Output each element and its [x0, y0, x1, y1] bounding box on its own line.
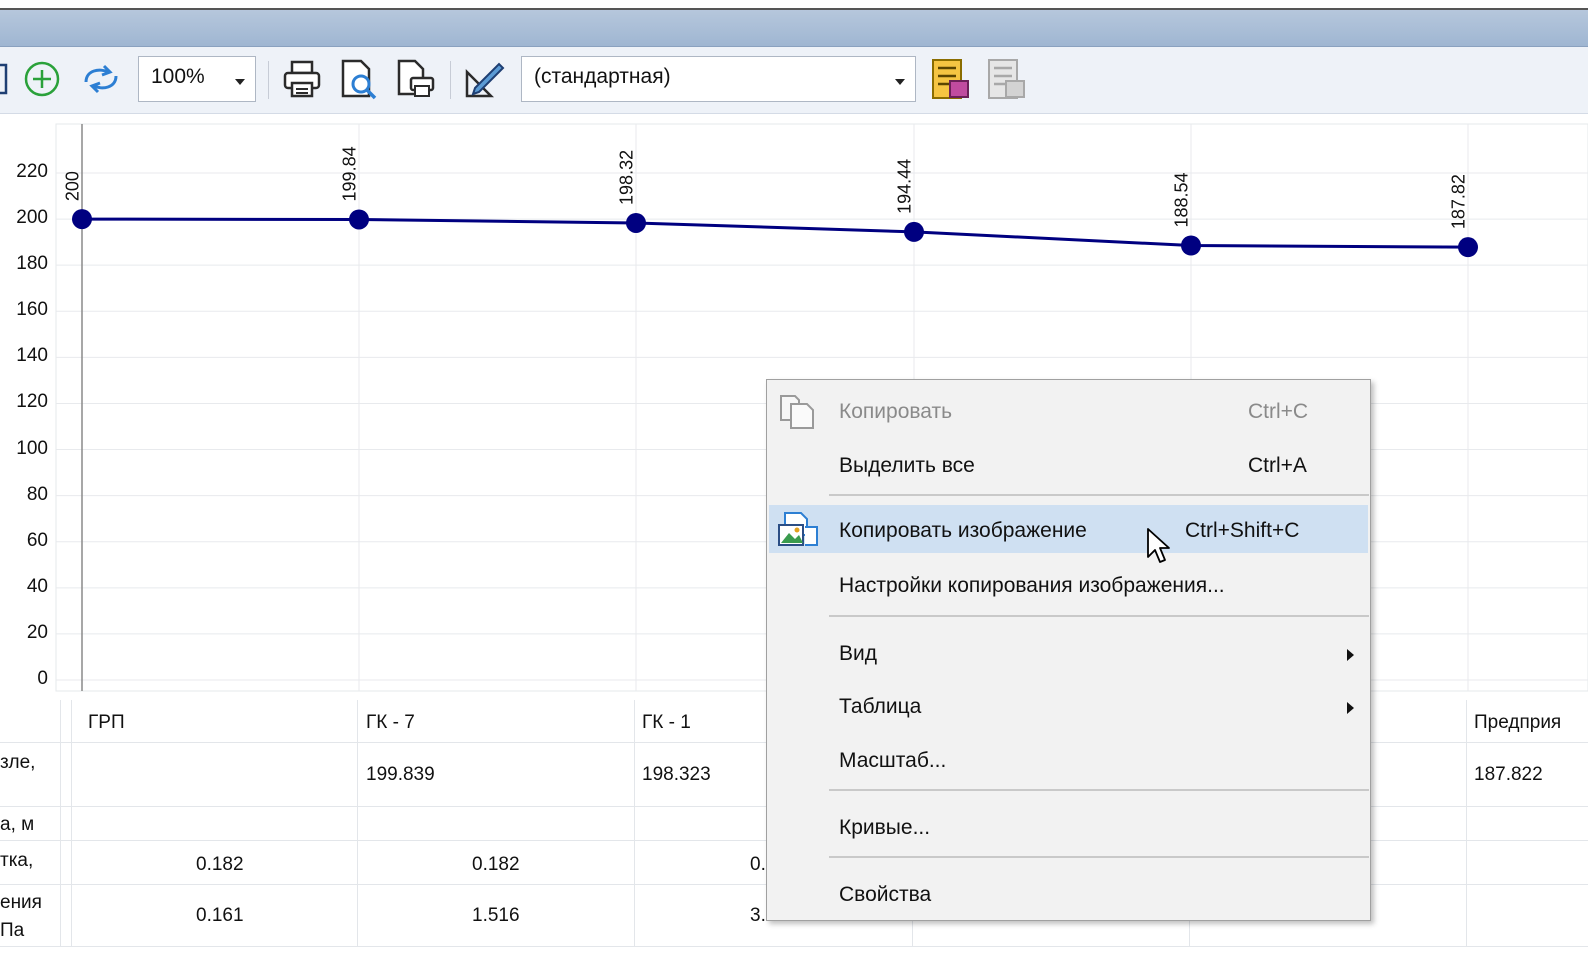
table-cell: 198.323	[642, 764, 711, 785]
menu-item-shortcut: Ctrl+Shift+C	[1185, 519, 1300, 542]
data-label: 194.44	[895, 159, 915, 214]
table-cell: 0.	[750, 854, 766, 875]
table-cell: 0.182	[472, 854, 520, 875]
menu-item-select-all[interactable]: Выделить все Ctrl+A	[769, 440, 1368, 488]
style-select[interactable]: (стандартная)	[521, 56, 916, 102]
table-cell: 187.822	[1474, 764, 1543, 785]
table-cell: 0.161	[196, 905, 244, 926]
table-grid-line	[71, 700, 72, 946]
menu-item-label: Копировать	[839, 400, 953, 423]
data-label: 198.32	[617, 150, 637, 205]
y-tick-label: 220	[16, 161, 48, 182]
edit-style-icon[interactable]	[460, 57, 510, 101]
print-icon[interactable]	[278, 57, 326, 101]
table-grid-line	[634, 700, 635, 946]
data-point[interactable]	[1458, 237, 1478, 258]
y-tick-label: 0	[37, 668, 48, 689]
menu-item-copy-image[interactable]: Копировать изображение Ctrl+Shift+C	[769, 505, 1368, 553]
menu-item-view[interactable]: Вид	[769, 628, 1368, 676]
menu-item-curves[interactable]: Кривые...	[769, 802, 1368, 850]
row-label: тка,	[0, 850, 34, 871]
data-point[interactable]	[1181, 235, 1201, 256]
copy-image-icon	[778, 512, 818, 546]
context-menu: Копировать Ctrl+C Выделить все Ctrl+A Ко…	[766, 379, 1371, 921]
menu-item-label: Выделить все	[839, 454, 975, 477]
table-cell: 0.182	[196, 854, 244, 875]
y-tick-label: 140	[16, 345, 48, 367]
mouse-cursor-icon	[1147, 528, 1170, 563]
menu-item-label: Настройки копирования изображения...	[839, 574, 1225, 597]
menu-item-copy-image-settings[interactable]: Настройки копирования изображения...	[769, 560, 1368, 608]
toolbar-separator	[268, 61, 269, 99]
toolbar-separator	[450, 61, 451, 99]
table-cell: 1.516	[472, 905, 520, 926]
data-label: 187.82	[1449, 174, 1469, 229]
table-grid-line	[1466, 700, 1467, 946]
menu-item-table[interactable]: Таблица	[769, 681, 1368, 729]
y-tick-label: 180	[16, 253, 48, 275]
copy-icon	[780, 395, 814, 429]
data-point[interactable]	[72, 209, 92, 230]
menu-item-scale[interactable]: Масштаб...	[769, 735, 1368, 783]
toolbar: 100% (стандартная)	[0, 47, 1588, 114]
y-tick-label: 20	[26, 621, 48, 643]
menu-item-label: Вид	[839, 642, 877, 665]
data-point[interactable]	[904, 221, 924, 242]
data-label: 199.84	[340, 146, 360, 201]
table-header: ГК - 7	[366, 712, 415, 733]
list-settings-icon[interactable]	[928, 57, 974, 101]
add-icon[interactable]	[20, 57, 64, 101]
style-value: (стандартная)	[534, 65, 671, 88]
zoom-select[interactable]: 100%	[138, 56, 256, 102]
y-tick-label: 80	[26, 483, 48, 505]
row-label: Па	[0, 920, 25, 941]
chevron-down-icon	[235, 79, 245, 85]
data-label: 200	[63, 171, 83, 201]
menu-separator	[829, 856, 1369, 858]
row-label: ения	[0, 892, 42, 913]
submenu-arrow-icon	[1347, 649, 1354, 661]
row-label: а, м	[0, 814, 35, 835]
y-tick-label: 120	[16, 391, 48, 413]
table-grid-line	[60, 700, 61, 946]
menu-item-shortcut: Ctrl+A	[1248, 454, 1307, 477]
table-header: Предприя	[1474, 712, 1562, 733]
list-delete-icon	[984, 57, 1030, 101]
submenu-arrow-icon	[1347, 702, 1354, 714]
menu-separator	[829, 789, 1369, 791]
menu-separator	[829, 615, 1369, 617]
chevron-down-icon	[895, 79, 905, 85]
data-label: 188.54	[1172, 172, 1192, 227]
data-point[interactable]	[349, 209, 369, 230]
title-bar-band	[0, 10, 1588, 47]
refresh-icon[interactable]	[76, 57, 126, 101]
table-grid-line	[357, 700, 358, 946]
menu-item-label: Таблица	[839, 695, 922, 718]
menu-item-label: Копировать изображение	[839, 519, 1087, 542]
table-header: ГРП	[88, 712, 125, 733]
table-grid-line	[0, 946, 1588, 947]
y-tick-label: 200	[16, 207, 48, 229]
window-title-bar	[0, 0, 1588, 47]
y-tick-label: 160	[16, 299, 48, 321]
menu-item-label: Масштаб...	[839, 749, 947, 772]
document-icon[interactable]	[0, 57, 10, 101]
print-preview-icon[interactable]	[334, 57, 382, 101]
zoom-value: 100%	[151, 65, 205, 88]
y-tick-label: 60	[26, 529, 48, 551]
row-label: зле,	[0, 752, 36, 773]
page-setup-icon[interactable]	[390, 57, 440, 101]
menu-item-label: Свойства	[839, 883, 932, 906]
data-point[interactable]	[626, 212, 646, 233]
menu-item-properties[interactable]: Свойства	[769, 869, 1368, 917]
table-cell: 199.839	[366, 764, 435, 785]
menu-separator	[829, 494, 1369, 496]
y-tick-label: 100	[16, 437, 48, 459]
table-cell: 3.	[750, 905, 766, 926]
table-header: ГК - 1	[642, 712, 691, 733]
y-tick-label: 40	[26, 575, 48, 597]
menu-item-label: Кривые...	[839, 816, 931, 839]
menu-item-copy[interactable]: Копировать Ctrl+C	[769, 386, 1368, 434]
menu-item-shortcut: Ctrl+C	[1248, 400, 1309, 423]
